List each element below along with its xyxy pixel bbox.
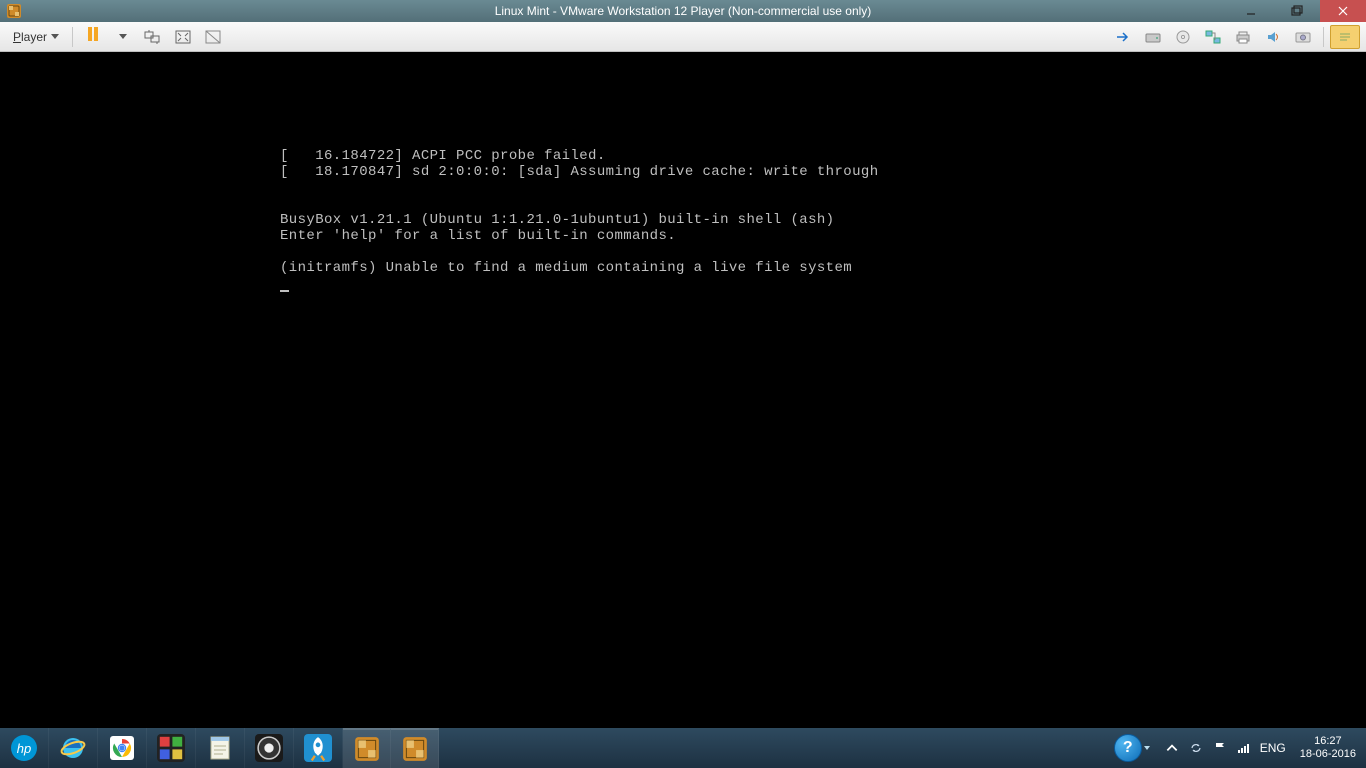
cd-dvd-icon[interactable] xyxy=(1169,26,1197,48)
windows-taskbar: hp ? xyxy=(0,728,1366,768)
taskbar-rocket-icon[interactable] xyxy=(294,728,343,768)
unity-button[interactable] xyxy=(199,26,227,48)
send-ctrl-alt-del-button[interactable] xyxy=(139,26,167,48)
dropdown-caret-icon xyxy=(51,34,59,39)
console-line: [ 16.184722] ACPI PCC probe failed. xyxy=(280,148,606,164)
toolbar-separator xyxy=(72,27,73,47)
tray-sync-icon[interactable] xyxy=(1188,740,1204,756)
console-line: (initramfs) Unable to find a medium cont… xyxy=(280,260,852,276)
titlebar: Linux Mint - VMware Workstation 12 Playe… xyxy=(0,0,1366,22)
window-title: Linux Mint - VMware Workstation 12 Playe… xyxy=(0,4,1366,18)
close-button[interactable] xyxy=(1320,0,1366,22)
help-icon: ? xyxy=(1114,734,1142,762)
minimize-button[interactable] xyxy=(1228,0,1274,22)
toolbar-separator xyxy=(1323,27,1324,47)
help-button[interactable]: ? xyxy=(1114,734,1150,762)
vmware-toolbar: PPlayerlayer xyxy=(0,22,1366,52)
camera-icon[interactable] xyxy=(1289,26,1317,48)
taskbar-hp-icon[interactable]: hp xyxy=(0,728,49,768)
taskbar-items: hp xyxy=(0,728,439,768)
hard-disk-icon[interactable] xyxy=(1139,26,1167,48)
console-cursor xyxy=(280,290,289,292)
taskbar-vmware-icon[interactable] xyxy=(343,728,391,768)
player-menu-button[interactable]: PPlayerlayer xyxy=(6,25,66,49)
tray-time: 16:27 xyxy=(1300,735,1356,748)
connect-arrow-icon[interactable] xyxy=(1109,26,1137,48)
vm-console-viewport[interactable]: [ 16.184722] ACPI PCC probe failed. [ 18… xyxy=(0,52,1366,728)
fullscreen-button[interactable] xyxy=(169,26,197,48)
taskbar-camera-icon[interactable] xyxy=(245,728,294,768)
tray-flag-icon[interactable] xyxy=(1212,740,1228,756)
tray-date: 18-06-2016 xyxy=(1300,748,1356,761)
console-output: [ 16.184722] ACPI PCC probe failed. [ 18… xyxy=(0,84,1366,292)
tray-clock[interactable]: 16:27 18-06-2016 xyxy=(1294,735,1362,761)
taskbar-ie-icon[interactable] xyxy=(49,728,98,768)
tray-network-icon[interactable] xyxy=(1236,740,1252,756)
maximize-button[interactable] xyxy=(1274,0,1320,22)
window-controls xyxy=(1228,0,1366,22)
vmware-app-icon xyxy=(4,1,24,21)
message-log-icon[interactable] xyxy=(1330,25,1360,49)
power-menu-dropdown[interactable] xyxy=(109,26,137,48)
svg-text:hp: hp xyxy=(17,741,31,756)
console-line: Enter 'help' for a list of built-in comm… xyxy=(280,228,676,244)
console-line: BusyBox v1.21.1 (Ubuntu 1:1.21.0-1ubuntu… xyxy=(280,212,835,228)
printer-icon[interactable] xyxy=(1229,26,1257,48)
taskbar-vmware-player-icon[interactable] xyxy=(391,728,439,768)
dropdown-caret-icon xyxy=(1144,746,1150,750)
console-line: [ 18.170847] sd 2:0:0:0: [sda] Assuming … xyxy=(280,164,879,180)
taskbar-puzzle-icon[interactable] xyxy=(147,728,196,768)
tray-language[interactable]: ENG xyxy=(1260,741,1286,755)
system-tray: ? ENG 16:27 18-06-2016 xyxy=(1114,728,1366,768)
taskbar-notepad-icon[interactable] xyxy=(196,728,245,768)
sound-icon[interactable] xyxy=(1259,26,1287,48)
pause-button[interactable] xyxy=(79,26,107,48)
taskbar-chrome-icon[interactable] xyxy=(98,728,147,768)
show-hidden-icons-button[interactable] xyxy=(1164,740,1180,756)
network-adapter-icon[interactable] xyxy=(1199,26,1227,48)
